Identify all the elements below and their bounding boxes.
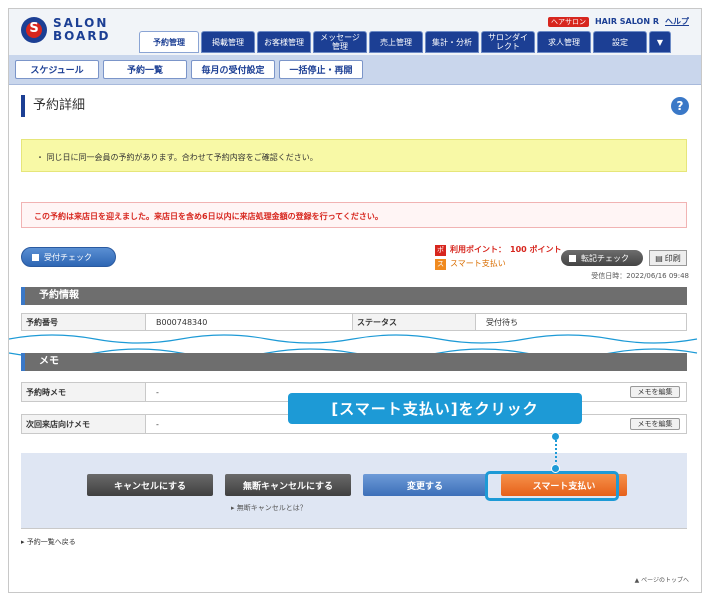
points-badge-icon: ポ bbox=[435, 244, 446, 256]
edit-memo-button[interactable]: メモを編集 bbox=[630, 386, 680, 398]
instruction-callout: [スマート支払い]をクリック bbox=[288, 393, 582, 424]
subtab-bulk-stop[interactable]: 一括停止・再開 bbox=[279, 60, 363, 79]
noshow-cancel-button[interactable]: 無断キャンセルにする bbox=[225, 474, 351, 496]
points-row: ポ 利用ポイント： 100 ポイント bbox=[435, 243, 561, 257]
salon-board-logo[interactable]: SALON BOARD bbox=[21, 17, 111, 43]
help-icon[interactable]: ? bbox=[671, 97, 689, 115]
account-area: ヘアサロン HAIR SALON R ヘルプ bbox=[547, 16, 689, 27]
change-button[interactable]: 変更する bbox=[363, 474, 487, 496]
section-memo: メモ bbox=[21, 353, 687, 371]
nav-tab-listings[interactable]: 掲載管理 bbox=[201, 31, 255, 53]
duplicate-reservation-notice: ・ 同じ日に同一会員の予約があります。合わせて予約内容をご確認ください。 bbox=[21, 139, 687, 172]
smart-pay-row: ス スマート支払い bbox=[435, 257, 561, 271]
reservation-no-value: B000748340 bbox=[156, 317, 208, 327]
smart-pay-badge-icon: ス bbox=[435, 258, 446, 270]
edit-next-visit-memo-button[interactable]: メモを編集 bbox=[630, 418, 680, 430]
nav-tab-recruiting[interactable]: 求人管理 bbox=[537, 31, 591, 53]
nav-tab-customers[interactable]: お客様管理 bbox=[257, 31, 311, 53]
cancel-button[interactable]: キャンセルにする bbox=[87, 474, 213, 496]
section-reservation-info: 予約情報 bbox=[21, 287, 687, 305]
account-type-badge: ヘアサロン bbox=[547, 16, 589, 27]
nav-tab-sales[interactable]: 売上管理 bbox=[369, 31, 423, 53]
back-to-list-label: 予約一覧へ戻る bbox=[26, 538, 76, 546]
sub-nav-bar: スケジュール 予約一覧 毎月の受付設定 一括停止・再開 bbox=[9, 55, 701, 85]
tenki-check-label: 転記チェック bbox=[581, 253, 629, 263]
status-value: 受付待ち bbox=[486, 317, 518, 327]
callout-dot-bottom bbox=[551, 464, 560, 473]
accept-check-label: 受付チェック bbox=[44, 252, 92, 262]
global-nav: 予約管理 掲載管理 お客様管理 メッセージ管理 売上管理 集計・分析 サロンダイ… bbox=[139, 31, 671, 53]
points-value: 100 ポイント bbox=[510, 245, 562, 254]
print-button[interactable]: ▤ 印刷 bbox=[649, 250, 687, 266]
page-top-link[interactable]: ▲ ページのトップへ bbox=[635, 575, 689, 584]
checkbox-square-icon bbox=[32, 253, 39, 261]
nav-tab-salon-direct[interactable]: サロンダイレクト bbox=[481, 31, 535, 53]
checkbox-square-icon bbox=[569, 254, 576, 262]
points-label: 利用ポイント： bbox=[450, 245, 506, 254]
divider bbox=[21, 528, 687, 529]
smart-pay-status: スマート支払い bbox=[450, 259, 506, 268]
app-frame: SALON BOARD ヘアサロン HAIR SALON R ヘルプ 予約管理 … bbox=[8, 8, 702, 593]
logo-text: SALON BOARD bbox=[53, 17, 111, 43]
noshow-help-link[interactable]: ▸ 無断キャンセルとは？ bbox=[231, 503, 307, 513]
subtab-monthly-settings[interactable]: 毎月の受付設定 bbox=[191, 60, 275, 79]
nav-dropdown-button[interactable]: ▼ bbox=[649, 31, 671, 53]
memo-label: 予約時メモ bbox=[22, 383, 146, 401]
page-title: 予約詳細 bbox=[21, 95, 85, 117]
subtab-schedule[interactable]: スケジュール bbox=[15, 60, 99, 79]
reservation-no-label: 予約番号 bbox=[22, 314, 146, 330]
triangle-down-icon: ▼ bbox=[656, 37, 664, 47]
received-date: 受信日時：2022/06/16 09:48 bbox=[591, 272, 689, 280]
salon-name: HAIR SALON R bbox=[594, 17, 659, 26]
accept-check-button[interactable]: 受付チェック bbox=[21, 247, 116, 267]
nav-tab-settings[interactable]: 設定 bbox=[593, 31, 647, 53]
help-link[interactable]: ヘルプ bbox=[665, 16, 689, 27]
visit-processing-alert: この予約は来店日を迎えました。来店日を含め6日以内に来店処理金額の登録を行ってく… bbox=[21, 202, 687, 228]
nav-tab-analytics[interactable]: 集計・分析 bbox=[425, 31, 479, 53]
sub-nav-tabs: スケジュール 予約一覧 毎月の受付設定 一括停止・再開 bbox=[15, 60, 363, 79]
print-label: 印刷 bbox=[664, 253, 681, 263]
tenki-check-button[interactable]: 転記チェック bbox=[561, 250, 643, 266]
memo-value: - bbox=[156, 387, 159, 397]
next-visit-memo-label: 次回来店向けメモ bbox=[22, 415, 146, 433]
print-icon: ▤ bbox=[655, 253, 663, 263]
next-visit-memo-value: - bbox=[156, 419, 159, 429]
back-to-list-link[interactable]: ▸ 予約一覧へ戻る bbox=[21, 537, 76, 547]
nav-tab-reservations[interactable]: 予約管理 bbox=[139, 31, 199, 53]
reservation-info-row: 予約番号 B000748340 ステータス 受付待ち bbox=[21, 313, 687, 331]
logo-line-2: BOARD bbox=[53, 29, 111, 43]
status-label: ステータス bbox=[352, 314, 476, 330]
subtab-reservation-list[interactable]: 予約一覧 bbox=[103, 60, 187, 79]
salon-board-logo-icon bbox=[21, 17, 47, 43]
payment-info: ポ 利用ポイント： 100 ポイント ス スマート支払い bbox=[435, 243, 561, 271]
nav-tab-messages[interactable]: メッセージ管理 bbox=[313, 31, 367, 53]
global-header: SALON BOARD ヘアサロン HAIR SALON R ヘルプ 予約管理 … bbox=[9, 9, 701, 59]
smart-pay-highlight bbox=[485, 471, 619, 501]
